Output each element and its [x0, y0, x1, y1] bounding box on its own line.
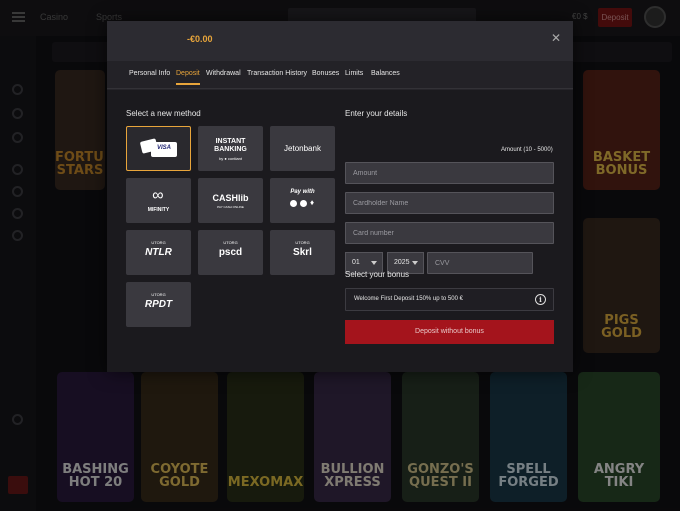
method-mifinity[interactable]: ∞ MIFINITY	[126, 178, 191, 223]
chevron-down-icon	[371, 261, 377, 265]
method-label: INSTANT BANKING	[214, 138, 247, 153]
tab-deposit[interactable]: Deposit	[176, 70, 200, 85]
details-title: Enter your details	[345, 109, 408, 118]
balance-amount: -€0.00	[187, 34, 213, 44]
method-pscd[interactable]: UTORG pscd	[198, 230, 263, 275]
method-sub-label: UTORG	[151, 292, 166, 297]
method-label: pscd	[218, 247, 243, 258]
method-label: VISA	[156, 145, 171, 151]
cashier-modal: -€0.00 ✕ Personal Info Deposit Withdrawa…	[107, 21, 573, 372]
bonus-option-label: Welcome First Deposit 150% up to 500 €	[354, 296, 463, 302]
method-sub-label: UTORG	[295, 240, 310, 245]
method-label: NTLR	[145, 247, 172, 258]
tab-withdrawal[interactable]: Withdrawal	[206, 70, 241, 77]
method-label: Skrl	[293, 247, 312, 258]
method-sub-label: by ● contiant	[219, 156, 242, 161]
method-sub-label: UTORG	[223, 240, 238, 245]
bonus-title: Select your bonus	[345, 270, 410, 279]
chevron-down-icon	[412, 261, 418, 265]
method-label: CASHlib	[212, 193, 249, 203]
method-pay-with-crypto[interactable]: Pay with ♦	[270, 178, 335, 223]
modal-header: -€0.00 ✕	[107, 21, 573, 61]
method-label: Pay with	[290, 189, 315, 195]
method-rpdt[interactable]: UTORG RPDT	[126, 282, 191, 327]
info-icon[interactable]: i	[535, 294, 546, 305]
method-label: RPDT	[144, 299, 173, 310]
method-sub-label: UTORG	[151, 240, 166, 245]
tab-personal-info[interactable]: Personal Info	[129, 70, 170, 77]
cvv-input[interactable]	[427, 252, 533, 274]
method-visa[interactable]: VISA	[126, 126, 191, 171]
methods-title: Select a new method	[126, 109, 201, 118]
card-number-input[interactable]	[345, 222, 554, 244]
close-icon[interactable]: ✕	[551, 32, 561, 44]
expiry-year-value: 2025	[394, 259, 410, 266]
method-label: MIFINITY	[147, 207, 170, 213]
expiry-month-value: 01	[352, 259, 360, 266]
amount-range-label: Amount (10 - 5000)	[501, 147, 553, 153]
method-label: Jetonbank	[284, 144, 321, 153]
method-cashlib[interactable]: CASHlib PAY CASH ONLINE	[198, 178, 263, 223]
cardholder-name-input[interactable]	[345, 192, 554, 214]
method-sub-label: PAY CASH ONLINE	[217, 205, 244, 209]
tether-icon	[300, 200, 307, 207]
tab-bonuses[interactable]: Bonuses	[312, 70, 339, 77]
bonus-option[interactable]: Welcome First Deposit 150% up to 500 € i	[345, 288, 554, 311]
method-ntlr[interactable]: UTORG NTLR	[126, 230, 191, 275]
deposit-panel: Select a new method VISA INSTANT BANKING…	[107, 90, 573, 372]
method-instant-banking[interactable]: INSTANT BANKING by ● contiant	[198, 126, 263, 171]
amount-input[interactable]	[345, 162, 554, 184]
cashier-tabs: Personal Info Deposit Withdrawal Transac…	[107, 61, 573, 89]
deposit-without-bonus-button[interactable]: Deposit without bonus	[345, 320, 554, 344]
method-jetonbank[interactable]: Jetonbank	[270, 126, 335, 171]
bitcoin-icon	[290, 200, 297, 207]
method-skrl[interactable]: UTORG Skrl	[270, 230, 335, 275]
infinity-icon: ∞	[152, 187, 164, 204]
tab-limits[interactable]: Limits	[345, 70, 363, 77]
tab-transaction-history[interactable]: Transaction History	[247, 70, 307, 77]
ethereum-icon: ♦	[310, 198, 315, 207]
tab-balances[interactable]: Balances	[371, 70, 400, 77]
